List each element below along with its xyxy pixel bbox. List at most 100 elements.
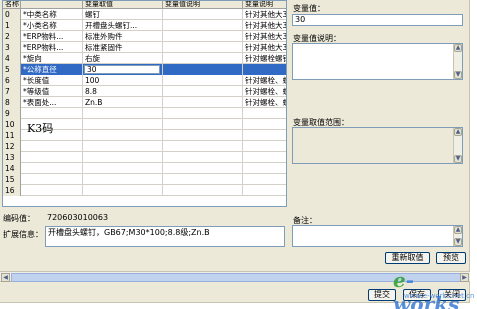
scroll-up-arrow-icon[interactable]: ▲ [454, 128, 462, 136]
remark-textarea[interactable]: ▲ ▼ [292, 225, 463, 247]
cell-var-desc[interactable] [243, 108, 286, 119]
cell-value[interactable] [83, 108, 163, 119]
reset-value-button[interactable]: 重新取值 [385, 252, 430, 264]
header-value[interactable]: 变量取值 [83, 1, 163, 9]
header-var-desc[interactable]: 变量说明 [243, 1, 286, 9]
cell-value[interactable]: Zn.B [83, 97, 163, 108]
scroll-down-arrow-icon[interactable]: ▼ [454, 71, 462, 79]
table-row[interactable]: 4 *旋向 右旋 针对螺栓螺钉 [3, 53, 286, 64]
cell-name[interactable]: *等级值 [21, 86, 83, 97]
header-value-desc[interactable]: 变量值说明 [163, 1, 243, 9]
cell-value-desc[interactable] [163, 75, 243, 86]
cell-var-desc[interactable] [243, 152, 286, 163]
table-row[interactable]: 9 [3, 108, 286, 119]
cell-value-desc[interactable] [163, 64, 243, 75]
cell-value[interactable] [83, 185, 163, 196]
cell-value-desc[interactable] [163, 185, 243, 196]
cell-value[interactable]: 标准外购件 [83, 31, 163, 42]
variable-value-field[interactable]: 30 [292, 14, 463, 26]
ext-info-field[interactable]: 开槽盘头螺钉，GB67;M30*100;8.8级;Zn.B [45, 226, 285, 247]
cell-var-desc[interactable] [243, 130, 286, 141]
table-row[interactable]: 15 [3, 174, 286, 185]
cell-name[interactable] [21, 141, 83, 152]
table-row[interactable]: 2 *ERP物料... 标准外购件 针对其他大3 [3, 31, 286, 42]
table-row[interactable]: 0 *中类名称 螺钉 针对其他大3 [3, 9, 286, 20]
scroll-down-arrow-icon[interactable]: ▼ [454, 155, 462, 163]
cell-value[interactable] [83, 130, 163, 141]
cell-value[interactable]: 标准紧固件 [83, 42, 163, 53]
cell-value-desc[interactable] [163, 42, 243, 53]
cell-value[interactable] [83, 174, 163, 185]
cell-value-desc[interactable] [163, 53, 243, 64]
cell-var-desc[interactable] [243, 64, 286, 75]
cell-editor-input[interactable]: 30 [84, 65, 160, 74]
cell-value[interactable]: 30 [83, 64, 163, 75]
table-row[interactable]: 6 *长度值 100 针对螺栓、螺 [3, 75, 286, 86]
cell-value[interactable] [83, 119, 163, 130]
cell-value[interactable] [83, 141, 163, 152]
cell-value-desc[interactable] [163, 31, 243, 42]
cell-name[interactable]: *旋向 [21, 53, 83, 64]
cell-var-desc[interactable]: 针对其他大3 [243, 42, 286, 53]
cell-name[interactable]: *ERP物料... [21, 42, 83, 53]
preview-button[interactable]: 预览 [436, 252, 466, 264]
cell-value-desc[interactable] [163, 86, 243, 97]
variable-grid[interactable]: 名称 变量取值 变量值说明 变量说明 0 *中类名称 螺钉 针对其他大3 1 *小类名称开… [2, 0, 287, 207]
cell-value-desc[interactable] [163, 108, 243, 119]
header-name[interactable]: 名称 [3, 1, 83, 9]
scroll-left-arrow-icon[interactable]: ◀ [1, 273, 10, 282]
cell-name[interactable]: *公称直径 [21, 64, 83, 75]
table-row[interactable]: 14 [3, 163, 286, 174]
cell-value-desc[interactable] [163, 97, 243, 108]
cell-var-desc[interactable]: 针对螺栓螺钉 [243, 53, 286, 64]
value-desc-textarea[interactable]: ▲ ▼ [292, 43, 463, 80]
table-row[interactable]: 7 *等级值 8.8 针对螺栓、螺 [3, 86, 286, 97]
cell-value[interactable]: 开槽盘头螺钉... [83, 20, 163, 31]
remark-scrollbar[interactable]: ▲ ▼ [453, 226, 462, 246]
cell-value-desc[interactable] [163, 130, 243, 141]
value-range-scrollbar[interactable]: ▲ ▼ [453, 128, 462, 163]
cell-var-desc[interactable] [243, 185, 286, 196]
scroll-up-arrow-icon[interactable]: ▲ [454, 226, 462, 234]
cell-value-desc[interactable] [163, 152, 243, 163]
cell-var-desc[interactable]: 针对其他大3 [243, 9, 286, 20]
cell-var-desc[interactable]: 针对螺栓、螺 [243, 97, 286, 108]
cell-value[interactable] [83, 163, 163, 174]
cell-value-desc[interactable] [163, 174, 243, 185]
cell-name[interactable]: *表面处... [21, 97, 83, 108]
cell-value-desc[interactable] [163, 9, 243, 20]
cell-var-desc[interactable]: 针对螺栓、螺 [243, 86, 286, 97]
cell-name[interactable] [21, 152, 83, 163]
cell-value[interactable]: 100 [83, 75, 163, 86]
scroll-down-arrow-icon[interactable]: ▼ [454, 238, 462, 246]
cell-name[interactable] [21, 185, 83, 196]
cell-value-desc[interactable] [163, 163, 243, 174]
submit-button[interactable]: 提交 [368, 289, 396, 301]
cell-value[interactable]: 8.8 [83, 86, 163, 97]
cell-var-desc[interactable]: 针对螺栓、螺 [243, 75, 286, 86]
cell-name[interactable]: *小类名称 [21, 20, 83, 31]
cell-name[interactable]: *长度值 [21, 75, 83, 86]
value-desc-scrollbar[interactable]: ▲ ▼ [453, 44, 462, 79]
cell-var-desc[interactable] [243, 119, 286, 130]
cell-name[interactable] [21, 108, 83, 119]
table-row[interactable]: 16 [3, 185, 286, 196]
cell-name[interactable] [21, 163, 83, 174]
cell-value-desc[interactable] [163, 119, 243, 130]
cell-value[interactable]: 右旋 [83, 53, 163, 64]
cell-value[interactable]: 螺钉 [83, 9, 163, 20]
table-row[interactable]: 3 *ERP物料... 标准紧固件 针对其他大3 [3, 42, 286, 53]
table-row[interactable]: 1 *小类名称 开槽盘头螺钉... 针对其他大3 [3, 20, 286, 31]
table-row[interactable]: 12 [3, 141, 286, 152]
cell-value-desc[interactable] [163, 20, 243, 31]
cell-var-desc[interactable] [243, 141, 286, 152]
cell-value-desc[interactable] [163, 141, 243, 152]
cell-name[interactable]: *中类名称 [21, 9, 83, 20]
cell-value[interactable] [83, 152, 163, 163]
cell-var-desc[interactable] [243, 174, 286, 185]
table-row[interactable]: 8 *表面处... Zn.B 针对螺栓、螺 [3, 97, 286, 108]
table-row[interactable]: 13 [3, 152, 286, 163]
cell-name[interactable]: *ERP物料... [21, 31, 83, 42]
cell-var-desc[interactable]: 针对其他大3 [243, 20, 286, 31]
cell-var-desc[interactable] [243, 163, 286, 174]
